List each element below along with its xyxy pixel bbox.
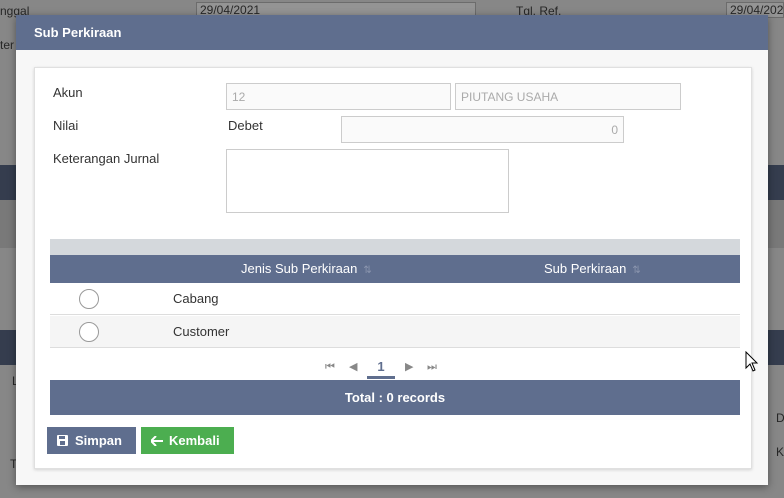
current-page[interactable]: 1 [367, 358, 395, 379]
first-page-icon[interactable]: ⏮ [325, 358, 335, 376]
back-button[interactable]: Kembali [141, 427, 234, 454]
nilai-field[interactable] [341, 116, 624, 143]
floppy-disk-icon [57, 427, 68, 456]
akun-code-field[interactable] [226, 83, 451, 110]
save-label: Simpan [75, 433, 122, 448]
prev-page-icon[interactable]: ◀ [349, 358, 357, 376]
keterangan-textarea[interactable] [226, 149, 509, 213]
row-jenis: Cabang [173, 291, 219, 306]
keterangan-label: Keterangan Jurnal [53, 151, 160, 166]
last-page-icon[interactable]: ⏭ [427, 358, 437, 376]
row-radio[interactable] [79, 289, 99, 309]
save-button[interactable]: Simpan [47, 427, 136, 454]
column-jenis-label: Jenis Sub Perkiraan [241, 261, 358, 276]
column-jenis-sub-perkiraan[interactable]: Jenis Sub Perkiraan ⇅ [241, 255, 372, 285]
grid-toolbar [50, 239, 740, 255]
table-row[interactable]: Customer [50, 316, 740, 348]
column-sub-perkiraan[interactable]: Sub Perkiraan ⇅ [544, 255, 641, 285]
akun-label: Akun [53, 85, 83, 100]
form-panel: Akun Nilai Debet Keterangan Jurnal Jenis… [34, 67, 752, 469]
nilai-type-label: Debet [228, 118, 263, 133]
grid-header: Jenis Sub Perkiraan ⇅ Sub Perkiraan ⇅ [50, 255, 740, 283]
row-jenis: Customer [173, 324, 230, 339]
next-page-icon[interactable]: ▶ [405, 358, 413, 376]
arrow-left-icon [149, 427, 163, 456]
sort-icon: ⇅ [632, 265, 641, 276]
nilai-label: Nilai [53, 118, 79, 133]
modal-title: Sub Perkiraan [16, 15, 768, 50]
total-records: Total : 0 records [50, 380, 740, 415]
sort-icon: ⇅ [363, 265, 372, 276]
sub-perkiraan-modal: Sub Perkiraan Akun Nilai Debet Keteranga… [16, 15, 768, 485]
back-label: Kembali [169, 433, 220, 448]
table-row[interactable]: Cabang [50, 283, 740, 315]
row-radio[interactable] [79, 322, 99, 342]
column-sub-label: Sub Perkiraan [544, 261, 627, 276]
mouse-cursor-icon [745, 351, 759, 372]
akun-name-field[interactable] [455, 83, 681, 110]
